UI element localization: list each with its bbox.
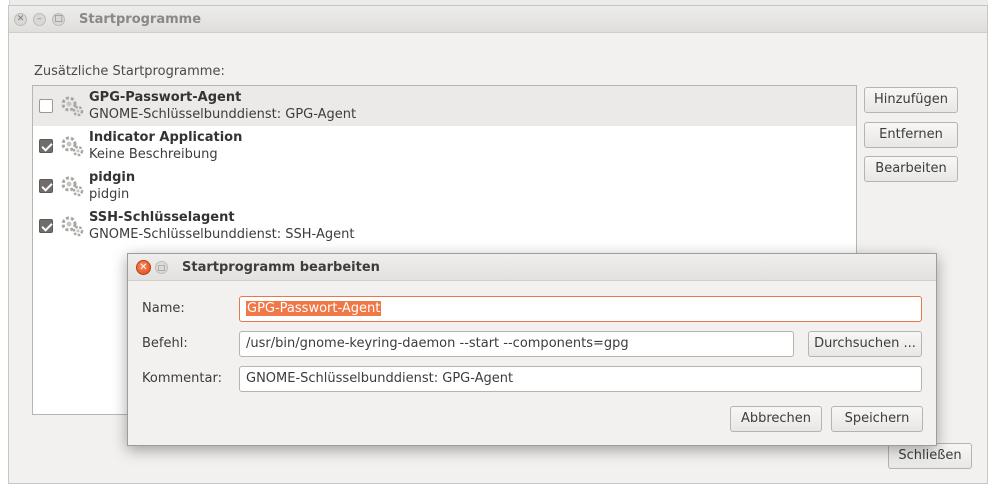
- name-label: Name:: [142, 301, 185, 316]
- name-field[interactable]: GPG-Passwort-Agent: [239, 296, 922, 322]
- item-description: pidgin: [89, 187, 130, 202]
- comment-label: Kommentar:: [142, 371, 222, 386]
- minimize-icon[interactable]: –: [33, 13, 46, 26]
- item-name: GPG-Passwort-Agent: [89, 90, 242, 105]
- item-name: SSH-Schlüsselagent: [89, 210, 235, 225]
- edit-startup-program-dialog: ✕ □ Startprogramm bearbeiten Name: GPG-P…: [127, 253, 937, 446]
- browse-button[interactable]: Durchsuchen ...: [808, 331, 922, 357]
- section-label: Zusätzliche Startprogramme:: [34, 64, 225, 79]
- remove-button[interactable]: Entfernen: [864, 122, 958, 148]
- close-icon[interactable]: ✕: [14, 13, 27, 26]
- item-name: pidgin: [89, 170, 136, 185]
- list-item[interactable]: GPG-Passwort-Agent GNOME-Schlüsselbunddi…: [33, 86, 856, 126]
- edit-button[interactable]: Bearbeiten: [864, 156, 958, 182]
- add-button[interactable]: Hinzufügen: [864, 87, 958, 113]
- close-button[interactable]: Schließen: [888, 443, 972, 469]
- enable-checkbox[interactable]: [39, 139, 53, 153]
- gears-icon: [61, 96, 84, 117]
- list-item[interactable]: Indicator Application Keine Beschreibung: [33, 126, 856, 166]
- item-description: Keine Beschreibung: [89, 147, 218, 162]
- comment-field[interactable]: GNOME-Schlüsselbunddienst: GPG-Agent: [239, 366, 922, 392]
- list-item[interactable]: SSH-Schlüsselagent GNOME-Schlüsselbunddi…: [33, 206, 856, 246]
- enable-checkbox[interactable]: [39, 99, 53, 113]
- maximize-icon[interactable]: □: [52, 13, 65, 26]
- list-item[interactable]: pidgin pidgin: [33, 166, 856, 206]
- item-description: GNOME-Schlüsselbunddienst: GPG-Agent: [89, 107, 357, 122]
- command-field[interactable]: /usr/bin/gnome-keyring-daemon --start --…: [239, 331, 794, 357]
- item-description: GNOME-Schlüsselbunddienst: SSH-Agent: [89, 227, 355, 242]
- dialog-title: Startprogramm bearbeiten: [182, 260, 380, 275]
- command-label: Befehl:: [142, 336, 188, 351]
- enable-checkbox[interactable]: [39, 179, 53, 193]
- dialog-titlebar: ✕ □ Startprogramm bearbeiten: [128, 254, 936, 281]
- name-value: GPG-Passwort-Agent: [246, 301, 382, 316]
- gears-icon: [61, 216, 84, 237]
- gears-icon: [61, 176, 84, 197]
- gears-icon: [61, 136, 84, 157]
- close-icon[interactable]: ✕: [136, 260, 151, 275]
- window-title: Startprogramme: [79, 12, 202, 27]
- window-titlebar: ✕ – □ Startprogramme: [9, 6, 987, 33]
- maximize-icon[interactable]: □: [155, 261, 168, 274]
- item-name: Indicator Application: [89, 130, 243, 145]
- save-button[interactable]: Speichern: [831, 406, 923, 432]
- enable-checkbox[interactable]: [39, 219, 53, 233]
- cancel-button[interactable]: Abbrechen: [730, 406, 822, 432]
